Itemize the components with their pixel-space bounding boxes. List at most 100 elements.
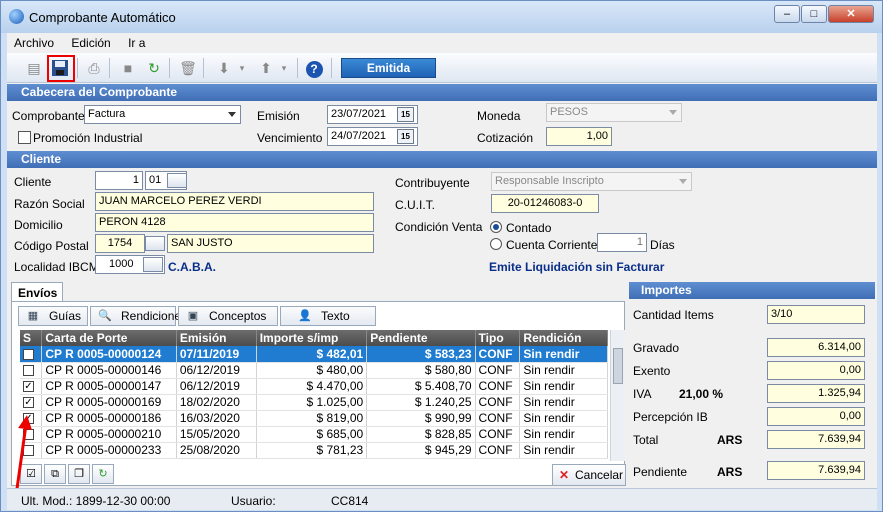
new-document-icon[interactable]: ▤ — [23, 57, 45, 79]
cantidad-items-field: 3/10 — [767, 305, 865, 324]
total-currency: ARS — [717, 433, 743, 447]
cell-carta: CP R 0005-00000169 — [41, 394, 177, 411]
scroll-thumb[interactable] — [613, 348, 623, 384]
pendiente-currency: ARS — [717, 465, 743, 479]
cuit-field[interactable]: 20-01246083-0 — [491, 194, 599, 213]
refresh-icon[interactable]: ↻ — [92, 464, 114, 484]
help-icon[interactable]: ? — [303, 57, 325, 79]
cotizacion-label: Cotización — [477, 131, 534, 145]
razon-social-field[interactable]: JUAN MARCELO PEREZ VERDI — [95, 192, 374, 211]
col-emision[interactable]: Emisión — [176, 330, 257, 346]
contribuyente-select[interactable]: Responsable Inscripto — [491, 172, 692, 191]
gravado-label: Gravado — [633, 341, 680, 355]
cell-tipo: CONF — [475, 378, 521, 395]
col-rendicion[interactable]: Rendición — [519, 330, 608, 346]
calendar-icon[interactable]: 15 — [397, 107, 414, 122]
cuenta-corriente-radio[interactable] — [490, 238, 502, 250]
tab-texto[interactable]: 👤 Texto — [280, 306, 376, 326]
duplicate-icon[interactable]: ❐ — [68, 464, 90, 484]
refresh-icon[interactable]: ↻ — [143, 57, 165, 79]
usuario-label: Usuario: — [231, 494, 276, 508]
percepcion-field: 0,00 — [767, 407, 865, 426]
table-row[interactable]: ✓ CP R 0005-00000147 06/12/2019 $ 4.470,… — [20, 378, 608, 395]
col-importe[interactable]: Importe s/imp — [256, 330, 368, 346]
tab-guias[interactable]: ▦ Guías — [18, 306, 88, 326]
cotizacion-field[interactable]: 1,00 — [546, 127, 612, 146]
app-window: Comprobante Automático – □ ✕ Archivo Edi… — [0, 0, 883, 512]
contado-radio[interactable] — [490, 221, 502, 233]
moneda-select[interactable]: PESOS — [546, 103, 682, 122]
importes-header: Importes — [629, 282, 875, 299]
comprobante-select[interactable]: Factura — [84, 105, 241, 124]
cell-rendicion: Sin rendir — [519, 426, 608, 443]
col-s[interactable]: S — [20, 330, 43, 346]
row-checkbox[interactable] — [20, 362, 43, 379]
postal-lookup-button[interactable] — [145, 236, 165, 251]
tab-texto-label: Texto — [321, 309, 350, 323]
toolbar-separator — [331, 58, 332, 78]
row-checkbox[interactable] — [20, 346, 43, 363]
dias-field[interactable]: 1 — [597, 233, 647, 252]
menu-archivo[interactable]: Archivo — [7, 33, 61, 50]
codigo-postal-field[interactable]: 1754 — [95, 234, 145, 253]
row-checkbox[interactable]: ✓ — [20, 378, 43, 395]
tab-guias-label: Guías — [49, 309, 82, 323]
stop-icon[interactable]: ■ — [117, 57, 139, 79]
cell-importe: $ 482,01 — [256, 346, 368, 363]
card-lookup-icon[interactable] — [143, 257, 163, 272]
envios-panel: ▦ Guías 🔍 Rendiciones ▣ Conceptos 👤 Text… — [11, 301, 626, 486]
codigo-postal-label: Código Postal — [14, 239, 89, 253]
card-lookup-icon[interactable] — [167, 173, 187, 188]
tab-conceptos[interactable]: ▣ Conceptos — [178, 306, 278, 326]
table-row[interactable]: CP R 0005-00000124 07/11/2019 $ 482,01 $… — [20, 346, 608, 363]
col-carta-porte[interactable]: Carta de Porte — [41, 330, 177, 346]
table-row[interactable]: ✓ CP R 0005-00000186 16/03/2020 $ 819,00… — [20, 410, 608, 427]
print-icon[interactable]: ⎙ — [83, 57, 105, 79]
cancel-button[interactable]: ✕ Cancelar — [552, 464, 626, 486]
last-modified: Ult. Mod.: 1899-12-30 00:00 — [21, 494, 171, 508]
check-all-icon[interactable]: ☑ — [20, 464, 42, 484]
trash-icon[interactable]: 🗑 — [177, 57, 199, 79]
menu-ir-a[interactable]: Ir a — [121, 33, 152, 50]
table-row[interactable]: CP R 0005-00000146 06/12/2019 $ 480,00 $… — [20, 362, 608, 379]
main-content: Cabecera del Comprobante Comprobante Fac… — [7, 83, 877, 488]
cliente-header: Cliente — [7, 151, 877, 168]
emision-label: Emisión — [257, 109, 300, 123]
toolbar-separator — [169, 58, 170, 78]
promocion-checkbox[interactable] — [18, 131, 31, 144]
copy-icon[interactable]: ⧉ — [44, 464, 66, 484]
moneda-value: PESOS — [550, 106, 588, 118]
table-row[interactable]: ✓ CP R 0005-00000169 18/02/2020 $ 1.025,… — [20, 394, 608, 411]
cell-rendicion: Sin rendir — [519, 362, 608, 379]
chevron-down-icon[interactable]: ▾ — [231, 57, 253, 79]
help-symbol: ? — [305, 61, 323, 78]
localidad-city-field[interactable]: SAN JUSTO — [167, 234, 374, 253]
cell-rendicion: Sin rendir — [519, 346, 608, 363]
chevron-down-icon[interactable]: ▾ — [273, 57, 295, 79]
dias-label: Días — [650, 238, 675, 252]
table-row[interactable]: CP R 0005-00000210 15/05/2020 $ 685,00 $… — [20, 426, 608, 443]
toolbar-separator — [77, 58, 78, 78]
calendar-icon[interactable]: 15 — [397, 129, 414, 144]
cell-importe: $ 1.025,00 — [256, 394, 368, 411]
cuenta-corriente-label: Cuenta Corriente — [506, 238, 598, 252]
col-pendiente[interactable]: Pendiente — [366, 330, 476, 346]
cell-carta: CP R 0005-00000146 — [41, 362, 177, 379]
minimize-button[interactable]: – — [774, 5, 800, 23]
cliente-number-field[interactable]: 1 — [95, 171, 143, 190]
close-button[interactable]: ✕ — [828, 5, 874, 23]
menu-edicion[interactable]: Edición — [64, 33, 117, 50]
tab-rendiciones[interactable]: 🔍 Rendiciones — [90, 306, 187, 326]
tab-envios[interactable]: Envíos — [11, 282, 63, 302]
col-tipo[interactable]: Tipo — [475, 330, 521, 346]
domicilio-field[interactable]: PERON 4128 — [95, 213, 374, 232]
table-row[interactable]: CP R 0005-00000233 25/08/2020 $ 781,23 $… — [20, 442, 608, 459]
row-checkbox[interactable]: ✓ — [20, 394, 43, 411]
maximize-button[interactable]: □ — [801, 5, 827, 23]
status-bar: Ult. Mod.: 1899-12-30 00:00 Usuario: CC8… — [7, 488, 877, 510]
pendiente-field: 7.639,94 — [767, 461, 865, 480]
cell-rendicion: Sin rendir — [519, 378, 608, 395]
title-bar: Comprobante Automático – □ ✕ — [1, 1, 882, 33]
cell-pendiente: $ 583,23 — [366, 346, 476, 363]
vertical-scrollbar[interactable] — [610, 330, 625, 461]
